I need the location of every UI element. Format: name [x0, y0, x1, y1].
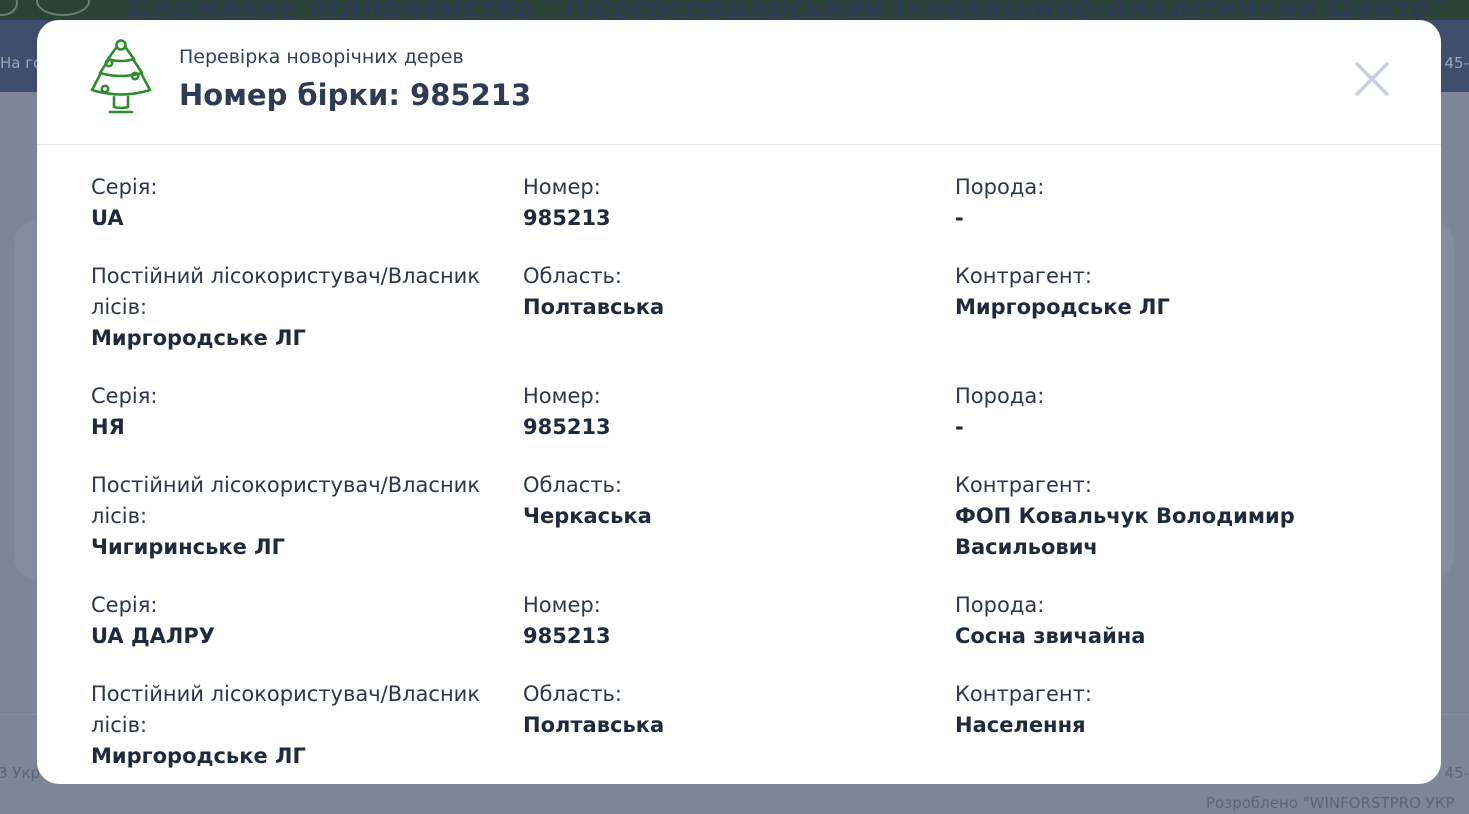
- tag-record: Серія: НЯ Номер: 985213 Порода: - Постій…: [91, 381, 1391, 590]
- series-field: Серія: UA ДАЛРУ: [91, 590, 523, 652]
- species-label: Порода:: [955, 384, 1045, 408]
- region-field: Область: Полтавська: [523, 679, 955, 772]
- series-value: НЯ: [91, 415, 125, 439]
- owner-value: Чигиринське ЛГ: [91, 535, 285, 559]
- owner-field: Постійний лісокористувач/Власник лісів: …: [91, 470, 523, 563]
- owner-label: Постійний лісокористувач/Власник лісів:: [91, 473, 481, 528]
- owner-value: Миргородське ЛГ: [91, 326, 306, 350]
- close-icon[interactable]: [1353, 60, 1391, 98]
- series-value: UA ДАЛРУ: [91, 624, 215, 648]
- tag-record: Серія: UA Номер: 985213 Порода: - Постій…: [91, 172, 1391, 381]
- region-field: Область: Черкаська: [523, 470, 955, 563]
- series-label: Серія:: [91, 593, 158, 617]
- owner-label: Постійний лісокористувач/Власник лісів:: [91, 682, 481, 737]
- number-field: Номер: 985213: [523, 590, 955, 652]
- background-nav-phone: 45-: [1444, 54, 1469, 72]
- species-value: -: [955, 415, 964, 439]
- region-value: Черкаська: [523, 504, 652, 528]
- series-value: UA: [91, 206, 124, 230]
- species-field: Порода: -: [955, 381, 1391, 443]
- number-field: Номер: 985213: [523, 381, 955, 443]
- species-value: Сосна звичайна: [955, 624, 1146, 648]
- species-field: Порода: -: [955, 172, 1391, 234]
- counterparty-value: ФОП Ковальчук Володимир Васильович: [955, 504, 1295, 559]
- region-value: Полтавська: [523, 713, 665, 737]
- counterparty-field: Контрагент: Миргородське ЛГ: [955, 261, 1391, 354]
- number-value: 985213: [523, 206, 611, 230]
- region-label: Область:: [523, 473, 623, 497]
- region-label: Область:: [523, 264, 623, 288]
- tree-check-modal: Перевірка новорічних дерев Номер бірки: …: [37, 20, 1441, 784]
- species-value: -: [955, 206, 964, 230]
- counterparty-label: Контрагент:: [955, 682, 1092, 706]
- background-footer-right: 45-: [1444, 764, 1469, 782]
- number-label: Номер:: [523, 593, 601, 617]
- series-field: Серія: НЯ: [91, 381, 523, 443]
- counterparty-field: Контрагент: ФОП Ковальчук Володимир Васи…: [955, 470, 1391, 563]
- species-label: Порода:: [955, 175, 1045, 199]
- modal-header: Перевірка новорічних дерев Номер бірки: …: [37, 20, 1441, 145]
- background-nav-home: На го: [0, 54, 43, 72]
- owner-value: Миргородське ЛГ: [91, 744, 306, 768]
- counterparty-field: Контрагент: Населення: [955, 679, 1391, 772]
- owner-label: Постійний лісокористувач/Власник лісів:: [91, 264, 481, 319]
- counterparty-value: Миргородське ЛГ: [955, 295, 1170, 319]
- christmas-tree-icon: [90, 39, 152, 114]
- series-label: Серія:: [91, 175, 158, 199]
- modal-subtitle: Перевірка новорічних дерев: [179, 46, 464, 68]
- series-field: Серія: UA: [91, 172, 523, 234]
- owner-field: Постійний лісокористувач/Власник лісів: …: [91, 679, 523, 772]
- number-label: Номер:: [523, 384, 601, 408]
- background-footer-left: 3 Укр: [0, 764, 41, 782]
- modal-title: Номер бірки: 985213: [179, 78, 532, 112]
- species-label: Порода:: [955, 593, 1045, 617]
- number-value: 985213: [523, 415, 611, 439]
- tag-record: Серія: UA ДАЛРУ Номер: 985213 Порода: Со…: [91, 590, 1391, 784]
- region-value: Полтавська: [523, 295, 665, 319]
- number-field: Номер: 985213: [523, 172, 955, 234]
- background-top-bar: Державне підприємство "Лісогосподарський…: [0, 0, 1469, 25]
- background-org-title: Державне підприємство "Лісогосподарський…: [125, 0, 1447, 25]
- counterparty-label: Контрагент:: [955, 473, 1092, 497]
- background-emblem-icon: [0, 0, 18, 16]
- modal-body: Серія: UA Номер: 985213 Порода: - Постій…: [91, 172, 1391, 784]
- number-label: Номер:: [523, 175, 601, 199]
- species-field: Порода: Сосна звичайна: [955, 590, 1391, 652]
- number-value: 985213: [523, 624, 611, 648]
- region-field: Область: Полтавська: [523, 261, 955, 354]
- counterparty-value: Населення: [955, 713, 1086, 737]
- background-logo-icon: [36, 0, 90, 16]
- region-label: Область:: [523, 682, 623, 706]
- background-credit: Розроблено "WINFORSTPRO УКР: [1206, 794, 1455, 812]
- owner-field: Постійний лісокористувач/Власник лісів: …: [91, 261, 523, 354]
- counterparty-label: Контрагент:: [955, 264, 1092, 288]
- series-label: Серія:: [91, 384, 158, 408]
